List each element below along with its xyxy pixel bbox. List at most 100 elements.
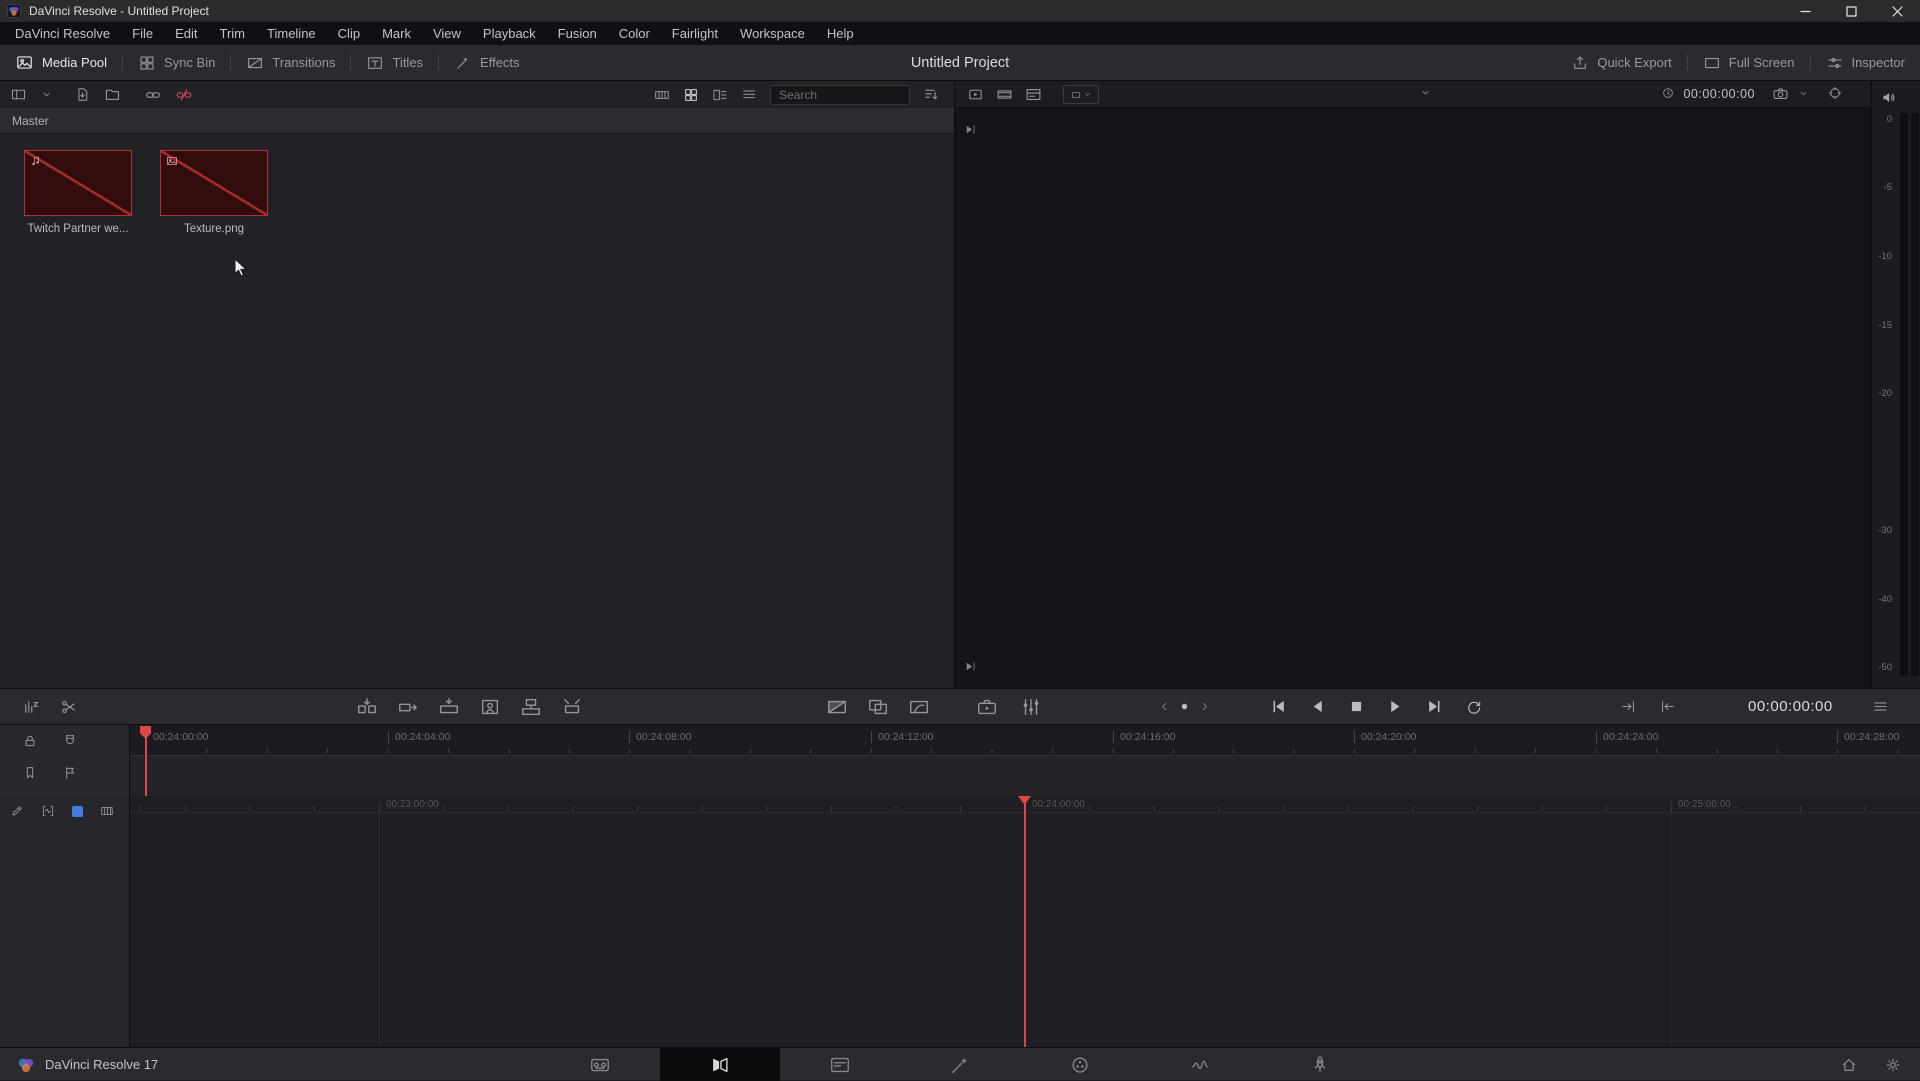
record-icon[interactable] (1179, 701, 1190, 712)
effects-button[interactable]: Effects (439, 45, 535, 80)
append-clip-icon[interactable] (397, 696, 419, 718)
inspector-button[interactable]: Inspector (1811, 45, 1920, 80)
out-point-marker-icon[interactable] (964, 660, 977, 673)
quick-export-button[interactable]: Quick Export (1556, 45, 1686, 80)
menu-item-clip[interactable]: Clip (327, 22, 371, 45)
source-overwrite-icon[interactable] (561, 696, 583, 718)
place-on-top-icon[interactable] (520, 696, 542, 718)
view-thumbnail-icon[interactable] (683, 87, 699, 103)
next-clip-icon[interactable] (1426, 698, 1443, 715)
menu-item-fairlight[interactable]: Fairlight (661, 22, 729, 45)
speaker-icon[interactable] (1881, 89, 1898, 106)
menu-item-view[interactable]: View (422, 22, 472, 45)
close-up-icon[interactable] (479, 696, 501, 718)
media-clip[interactable]: Texture.png (160, 150, 268, 235)
menu-item-timeline[interactable]: Timeline (256, 22, 327, 45)
home-icon[interactable] (1840, 1056, 1858, 1074)
import-media-icon[interactable] (74, 86, 91, 103)
page-button-fusion[interactable] (900, 1048, 1020, 1081)
timeline-track-area[interactable]: 00:23:00:00 00:24:00:00 00:25:00:00 (130, 796, 1920, 1047)
chevron-down-icon[interactable] (1798, 88, 1809, 99)
play-icon[interactable] (1387, 698, 1404, 715)
page-button-edit[interactable] (780, 1048, 900, 1081)
menu-item-playback[interactable]: Playback (472, 22, 547, 45)
snapping-icon[interactable] (62, 733, 78, 749)
track-lock-icon[interactable] (22, 733, 38, 749)
zoom-dropdown-chevron-icon[interactable] (1419, 86, 1432, 99)
chevron-down-icon[interactable] (40, 88, 53, 101)
source-tape-icon[interactable] (996, 86, 1013, 103)
upper-timeline-ruler[interactable]: 00:24:00:00 00:24:04:00 00:24:08:00 00:2… (130, 725, 1920, 796)
camera-icon[interactable] (1772, 85, 1789, 102)
page-button-fairlight[interactable] (1140, 1048, 1260, 1081)
workspace: Master Twitch Partner we... Texture.png (0, 81, 1920, 688)
import-folder-icon[interactable] (104, 86, 121, 103)
dissolve-icon[interactable] (867, 696, 889, 718)
jump-to-end-icon[interactable] (1620, 698, 1637, 715)
menu-item-file[interactable]: File (121, 22, 164, 45)
audio-mixer-icon[interactable] (1020, 696, 1042, 718)
smooth-cut-icon[interactable] (908, 696, 930, 718)
view-metadata-icon[interactable] (712, 87, 728, 103)
viewer-mode-dropdown[interactable] (1063, 85, 1099, 104)
transition-icon[interactable] (826, 696, 848, 718)
maximize-button[interactable] (1828, 0, 1874, 22)
menu-item-trim[interactable]: Trim (209, 22, 257, 45)
menu-item-mark[interactable]: Mark (371, 22, 422, 45)
page-button-cut[interactable] (660, 1048, 780, 1081)
view-list-icon[interactable] (741, 87, 757, 103)
timeline-view-icon[interactable] (1025, 86, 1042, 103)
resolve-logo-icon[interactable] (16, 1055, 36, 1075)
pen-icon[interactable] (10, 804, 24, 818)
page-button-media[interactable] (540, 1048, 660, 1081)
chevron-right-icon[interactable] (1198, 700, 1211, 713)
audio-waveform-icon[interactable] (41, 804, 55, 818)
menu-item-help[interactable]: Help (816, 22, 865, 45)
menu-item-workspace[interactable]: Workspace (729, 22, 816, 45)
sync-bin-button[interactable]: Sync Bin (123, 45, 230, 80)
flag-icon[interactable] (62, 765, 78, 781)
unlink-media-icon[interactable] (175, 86, 193, 104)
marker-icon[interactable] (22, 765, 38, 781)
menu-item-davinci-resolve[interactable]: DaVinci Resolve (4, 22, 121, 45)
ripple-overwrite-icon[interactable] (438, 696, 460, 718)
filmstrip-icon[interactable] (100, 804, 114, 818)
bin-breadcrumb[interactable]: Master (0, 108, 954, 134)
jump-to-start-icon[interactable] (1659, 698, 1676, 715)
track-color-swatch[interactable] (72, 805, 83, 817)
media-pool-button[interactable]: Media Pool (0, 45, 122, 80)
loop-icon[interactable] (1465, 698, 1483, 716)
source-clip-icon[interactable] (967, 86, 984, 103)
menu-item-fusion[interactable]: Fusion (547, 22, 608, 45)
split-clip-icon[interactable] (60, 698, 78, 716)
view-filmstrip-icon[interactable] (654, 87, 670, 103)
transitions-button[interactable]: Transitions (231, 45, 350, 80)
search-input[interactable] (770, 84, 910, 105)
sort-icon[interactable] (923, 86, 940, 103)
media-clip[interactable]: Twitch Partner we... (24, 150, 132, 235)
previous-clip-icon[interactable] (1270, 698, 1287, 715)
timeline-view-options-icon[interactable] (22, 698, 40, 716)
menu-item-color[interactable]: Color (608, 22, 661, 45)
target-icon[interactable] (1827, 85, 1843, 101)
play-reverse-icon[interactable] (1309, 698, 1326, 715)
page-button-deliver[interactable] (1260, 1048, 1380, 1081)
titles-button[interactable]: Titles (351, 45, 438, 80)
settings-gear-icon[interactable] (1884, 1056, 1902, 1074)
menu-item-edit[interactable]: Edit (164, 22, 208, 45)
page-button-color[interactable] (1020, 1048, 1140, 1081)
minimize-button[interactable] (1782, 0, 1828, 22)
viewer-canvas[interactable] (955, 108, 1871, 688)
close-button[interactable] (1874, 0, 1920, 22)
chevron-left-icon[interactable] (1158, 700, 1171, 713)
in-point-marker-icon[interactable] (964, 123, 977, 136)
panel-toggle-icon[interactable] (10, 86, 27, 103)
playhead-handle[interactable] (1018, 796, 1031, 805)
timeline-options-icon[interactable] (1872, 698, 1889, 715)
smart-insert-icon[interactable] (356, 696, 378, 718)
stop-icon[interactable] (1348, 698, 1365, 715)
tools-icon[interactable] (976, 696, 998, 718)
full-screen-button[interactable]: Full Screen (1688, 45, 1810, 80)
mini-timeline-strip[interactable] (130, 755, 1920, 796)
relink-icon[interactable] (144, 86, 162, 104)
